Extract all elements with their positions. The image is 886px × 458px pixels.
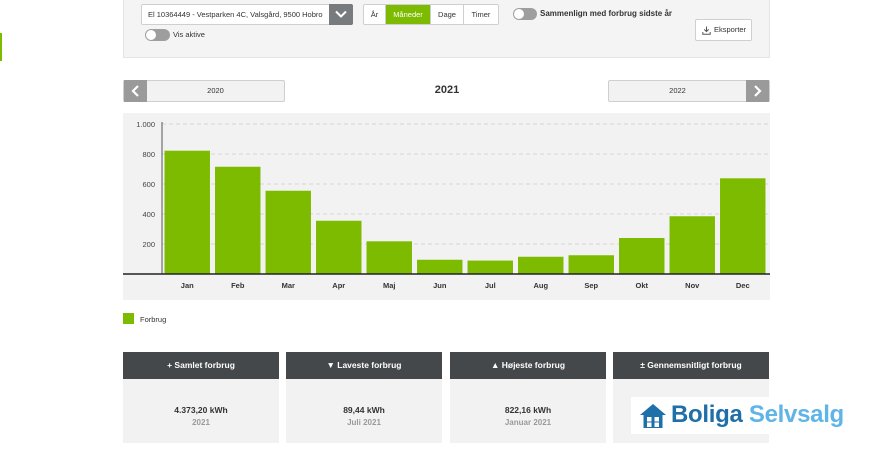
meter-select[interactable]: El 10364449 - Vestparken 4C, Valsgård, 9… (141, 4, 353, 25)
bar-okt (619, 238, 665, 274)
y-tick-label: 800 (142, 150, 155, 159)
period-selector: År Måneder Dage Timer (363, 4, 499, 25)
bar-dec (720, 178, 766, 274)
x-tick-label: Dec (736, 281, 750, 290)
previous-arrow[interactable] (124, 80, 147, 102)
compare-last-year-label: Sammenlign med forbrug sidste år (540, 9, 673, 18)
x-tick-label: Aug (533, 281, 548, 290)
stat-value-total: 4.373,20 kWh (174, 405, 228, 415)
bar-mar (265, 190, 311, 274)
x-tick-label: Okt (635, 281, 648, 290)
x-tick-label: Jun (433, 281, 447, 290)
chevron-down-icon (335, 10, 347, 18)
chevron-right-icon (754, 85, 762, 97)
year-navigation: 2020 2021 2022 (123, 80, 770, 102)
watermark-part2: Selvsalg (748, 401, 844, 428)
export-button[interactable]: Eksporter (695, 19, 752, 41)
stat-title-average: ± Gennemsnitligt forbrug (613, 352, 769, 379)
stat-title-lowest: ▼ Laveste forbrug (286, 352, 442, 379)
stat-card-highest: ▲ Højeste forbrug 822,16 kWh Januar 2021 (450, 352, 606, 443)
chevron-left-icon (131, 85, 139, 97)
stat-sub-lowest: Juli 2021 (347, 418, 381, 427)
bar-jan (164, 150, 210, 274)
house-logo-icon (640, 404, 666, 428)
x-tick-label: Nov (685, 281, 700, 290)
x-tick-label: Mar (282, 281, 295, 290)
bar-feb (215, 166, 261, 274)
show-active-toggle[interactable] (145, 29, 170, 41)
period-days-button[interactable]: Dage (431, 5, 464, 24)
stat-sub-total: 2021 (192, 418, 210, 427)
stat-value-lowest: 89,44 kWh (343, 405, 385, 415)
consumption-chart: 1.000 800 600 400 200 Jan Feb Mar Apr Maj Jun Jul Au… (123, 113, 770, 300)
current-year-title: 2021 (434, 84, 460, 96)
x-tick-label: Apr (332, 281, 345, 290)
next-arrow[interactable] (746, 80, 769, 102)
filter-panel: El 10364449 - Vestparken 4C, Valsgård, 9… (123, 0, 770, 58)
bar-maj (366, 241, 412, 274)
watermark-text: Boliga Selvsalg (671, 401, 844, 429)
x-tick-label: Jul (485, 281, 496, 290)
chart-canvas: 1.000 800 600 400 200 Jan Feb Mar Apr Maj Jun Jul Au… (123, 120, 770, 290)
bar-jul (467, 260, 513, 274)
previous-year-button[interactable]: 2020 (123, 80, 285, 102)
legend-swatch (123, 313, 134, 324)
stat-title-highest: ▲ Højeste forbrug (450, 352, 606, 379)
export-label: Eksporter (714, 25, 747, 34)
period-hours-button[interactable]: Timer (464, 5, 498, 24)
x-tick-label: Feb (231, 281, 245, 290)
stat-card-lowest: ▼ Laveste forbrug 89,44 kWh Juli 2021 (286, 352, 442, 443)
meter-select-toggle[interactable] (329, 4, 353, 25)
stat-card-total: + Samlet forbrug 4.373,20 kWh 2021 (123, 352, 279, 443)
legend-label: Forbrug (140, 315, 167, 324)
compare-last-year-toggle[interactable] (513, 8, 537, 20)
previous-year-label: 2020 (207, 86, 224, 95)
bar-aug (518, 256, 564, 274)
download-icon (702, 26, 711, 35)
next-year-button[interactable]: 2022 (608, 80, 770, 102)
bar-apr (316, 220, 362, 274)
show-active-label: Vis aktive (173, 30, 205, 39)
bar-sep (568, 255, 614, 274)
period-year-button[interactable]: År (364, 5, 386, 24)
period-months-button[interactable]: Måneder (386, 5, 431, 24)
x-tick-label: Maj (383, 281, 396, 290)
next-year-label: 2022 (669, 86, 686, 95)
stat-title-total: + Samlet forbrug (123, 352, 279, 379)
boliga-selvsalg-watermark: Boliga Selvsalg (631, 397, 861, 434)
watermark-part1: Boliga (671, 401, 743, 428)
y-tick-label: 1.000 (136, 120, 155, 129)
bar-nov (669, 216, 715, 274)
left-accent-bar (0, 33, 2, 61)
y-tick-label: 200 (142, 240, 155, 249)
stat-sub-highest: Januar 2021 (504, 418, 552, 427)
y-tick-label: 600 (142, 180, 155, 189)
x-tick-label: Sep (584, 281, 598, 290)
stat-value-highest: 822,16 kWh (504, 405, 552, 415)
y-tick-label: 400 (142, 210, 155, 219)
bar-jun (417, 259, 463, 274)
x-tick-label: Jan (181, 281, 194, 290)
